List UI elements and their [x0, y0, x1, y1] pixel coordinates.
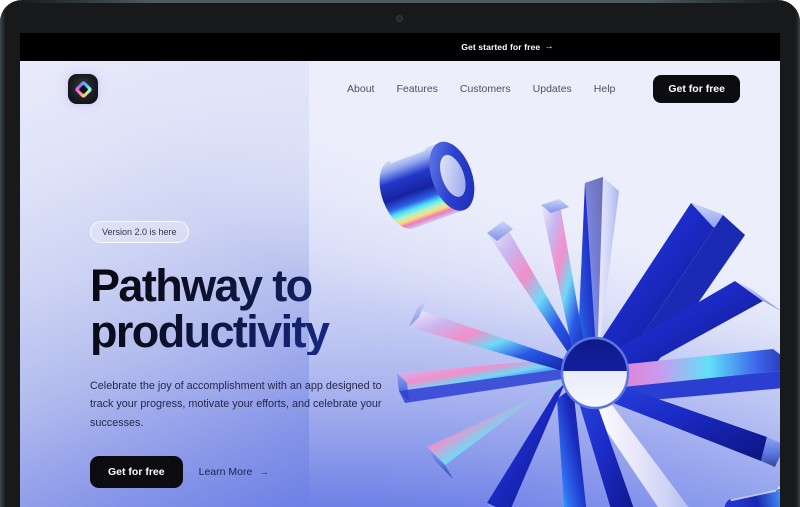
nav-link-about[interactable]: About — [347, 83, 374, 95]
nav-link-help[interactable]: Help — [594, 83, 616, 95]
arrow-right-icon: → — [259, 466, 269, 478]
arrow-right-icon: → — [544, 41, 554, 53]
device-camera-icon — [396, 15, 403, 22]
device-frame: Streamline your workflow and boost your … — [0, 0, 800, 507]
starburst-blade — [557, 387, 587, 507]
starburst-blade — [591, 203, 745, 377]
starburst-blade — [541, 199, 587, 361]
hero-title-line-2: productivity — [90, 305, 329, 357]
nav-link-features[interactable]: Features — [396, 83, 437, 95]
starburst-blade — [409, 299, 563, 371]
announcement-cta-label: Get started for free — [461, 42, 541, 52]
browser-screen: Streamline your workflow and boost your … — [20, 33, 780, 507]
nav-links: About Features Customers Updates Help Ge… — [347, 75, 740, 103]
starburst-blade — [427, 377, 563, 479]
app-logo-icon[interactable] — [68, 74, 98, 104]
starburst-blade — [601, 379, 780, 467]
nav-link-customers[interactable]: Customers — [460, 83, 511, 95]
hero-section: About Features Customers Updates Help Ge… — [20, 61, 780, 507]
starburst-group — [397, 177, 780, 507]
corner-cylinder-group — [723, 485, 780, 507]
starburst-blade — [579, 387, 634, 507]
announcement-text: Streamline your workflow and boost your … — [246, 42, 454, 52]
starburst-blade — [589, 385, 689, 507]
version-badge[interactable]: Version 2.0 is here — [90, 221, 189, 243]
page-title: Pathway to productivity — [90, 263, 420, 355]
hero-title-line-1: Pathway to — [90, 260, 312, 311]
announcement-cta-link[interactable]: Get started for free → — [461, 42, 554, 52]
starburst-blade — [577, 177, 619, 365]
starburst-hub — [560, 336, 630, 410]
starburst-blade — [599, 349, 780, 403]
hero-get-for-free-button[interactable]: Get for free — [90, 456, 183, 489]
device-bezel-sheen — [16, 0, 784, 3]
nav-get-for-free-button[interactable]: Get for free — [653, 75, 740, 103]
starburst-blade — [487, 221, 583, 359]
hero-learn-more-link[interactable]: Learn More → — [199, 466, 269, 478]
nav-link-updates[interactable]: Updates — [533, 83, 572, 95]
logo-diamond-icon — [73, 79, 93, 99]
hero-subtitle: Celebrate the joy of accomplishment with… — [90, 379, 382, 429]
announcement-bar: Streamline your workflow and boost your … — [20, 33, 780, 61]
starburst-blade — [597, 281, 780, 377]
starburst-blade — [487, 383, 565, 507]
hero-actions: Get for free Learn More → — [90, 456, 420, 489]
hero-learn-more-label: Learn More — [198, 466, 253, 479]
hero-copy: Version 2.0 is here Pathway to productiv… — [90, 221, 420, 489]
starburst-blade — [397, 359, 563, 403]
cylinder-group — [379, 141, 475, 229]
navbar: About Features Customers Updates Help Ge… — [20, 61, 780, 117]
